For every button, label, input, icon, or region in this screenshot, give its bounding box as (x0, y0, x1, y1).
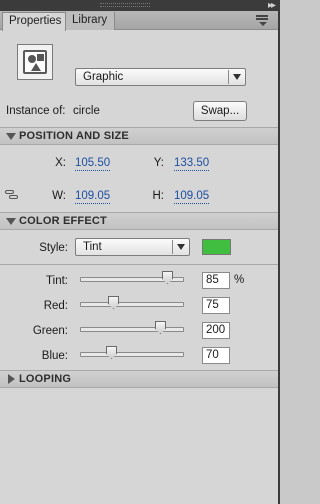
section-looping[interactable]: LOOPING (0, 370, 278, 388)
drag-grip[interactable] (100, 3, 150, 7)
constrain-proportions-link-icon[interactable] (5, 189, 19, 201)
style-label: Style: (39, 242, 68, 254)
tab-library[interactable]: Library (66, 12, 115, 30)
color-row-label: Blue: (41, 350, 68, 362)
slider-thumb[interactable] (108, 296, 119, 309)
y-value[interactable]: 133.50 (174, 156, 210, 171)
color-row-label: Red: (43, 300, 68, 312)
slider-thumb[interactable] (106, 346, 117, 359)
section-title: LOOPING (19, 373, 72, 385)
h-value[interactable]: 109.05 (174, 189, 210, 204)
panel-title-bar[interactable]: ▸▸ (0, 0, 280, 11)
color-value-input[interactable]: 70 (202, 347, 230, 364)
color-value-input[interactable]: 75 (202, 297, 230, 314)
h-label: H: (152, 190, 165, 202)
section-color-effect[interactable]: COLOR EFFECT (0, 212, 278, 230)
expand-triangle-icon (6, 218, 16, 225)
w-label: W: (52, 190, 66, 202)
x-label: X: (55, 157, 66, 169)
color-style-dropdown[interactable]: Tint (75, 238, 190, 256)
properties-panel: ▸▸ Properties Library Graphic Instance o… (0, 0, 280, 504)
color-row-label: Tint: (46, 275, 68, 287)
color-slider-track[interactable] (80, 321, 184, 334)
section-position-and-size[interactable]: POSITION AND SIZE (0, 127, 278, 145)
symbol-icon (17, 44, 53, 80)
expand-triangle-icon (6, 133, 16, 140)
x-value[interactable]: 105.50 (75, 156, 111, 171)
unit-label: % (234, 274, 245, 286)
slider-thumb[interactable] (162, 271, 173, 284)
color-style-value: Tint (83, 241, 102, 253)
color-value-input[interactable]: 85 (202, 272, 230, 289)
tab-properties[interactable]: Properties (2, 12, 66, 31)
section-title: COLOR EFFECT (19, 215, 107, 227)
chevron-down-icon (177, 244, 185, 250)
instance-name: circle (73, 105, 100, 117)
symbol-type-value: Graphic (83, 71, 124, 83)
w-value[interactable]: 109.05 (75, 189, 111, 204)
color-row-label: Green: (32, 325, 68, 337)
color-slider-track[interactable] (80, 296, 184, 309)
symbol-type-dropdown[interactable]: Graphic (75, 68, 246, 86)
color-slider-track[interactable] (80, 271, 184, 284)
color-slider-track[interactable] (80, 346, 184, 359)
instance-of-label: Instance of: (6, 105, 66, 117)
divider (0, 264, 278, 265)
chevron-down-icon (233, 74, 241, 80)
panel-menu-icon[interactable] (254, 14, 272, 27)
tab-bar: Properties Library (0, 11, 278, 31)
section-title: POSITION AND SIZE (19, 130, 129, 142)
swap-button[interactable]: Swap... (193, 101, 247, 121)
color-value-input[interactable]: 200 (202, 322, 230, 339)
y-label: Y: (153, 157, 164, 169)
tint-color-swatch[interactable] (202, 239, 231, 255)
slider-thumb[interactable] (155, 321, 166, 334)
collapse-panel-icon[interactable]: ▸▸ (268, 0, 276, 11)
collapsed-triangle-icon (8, 374, 15, 384)
